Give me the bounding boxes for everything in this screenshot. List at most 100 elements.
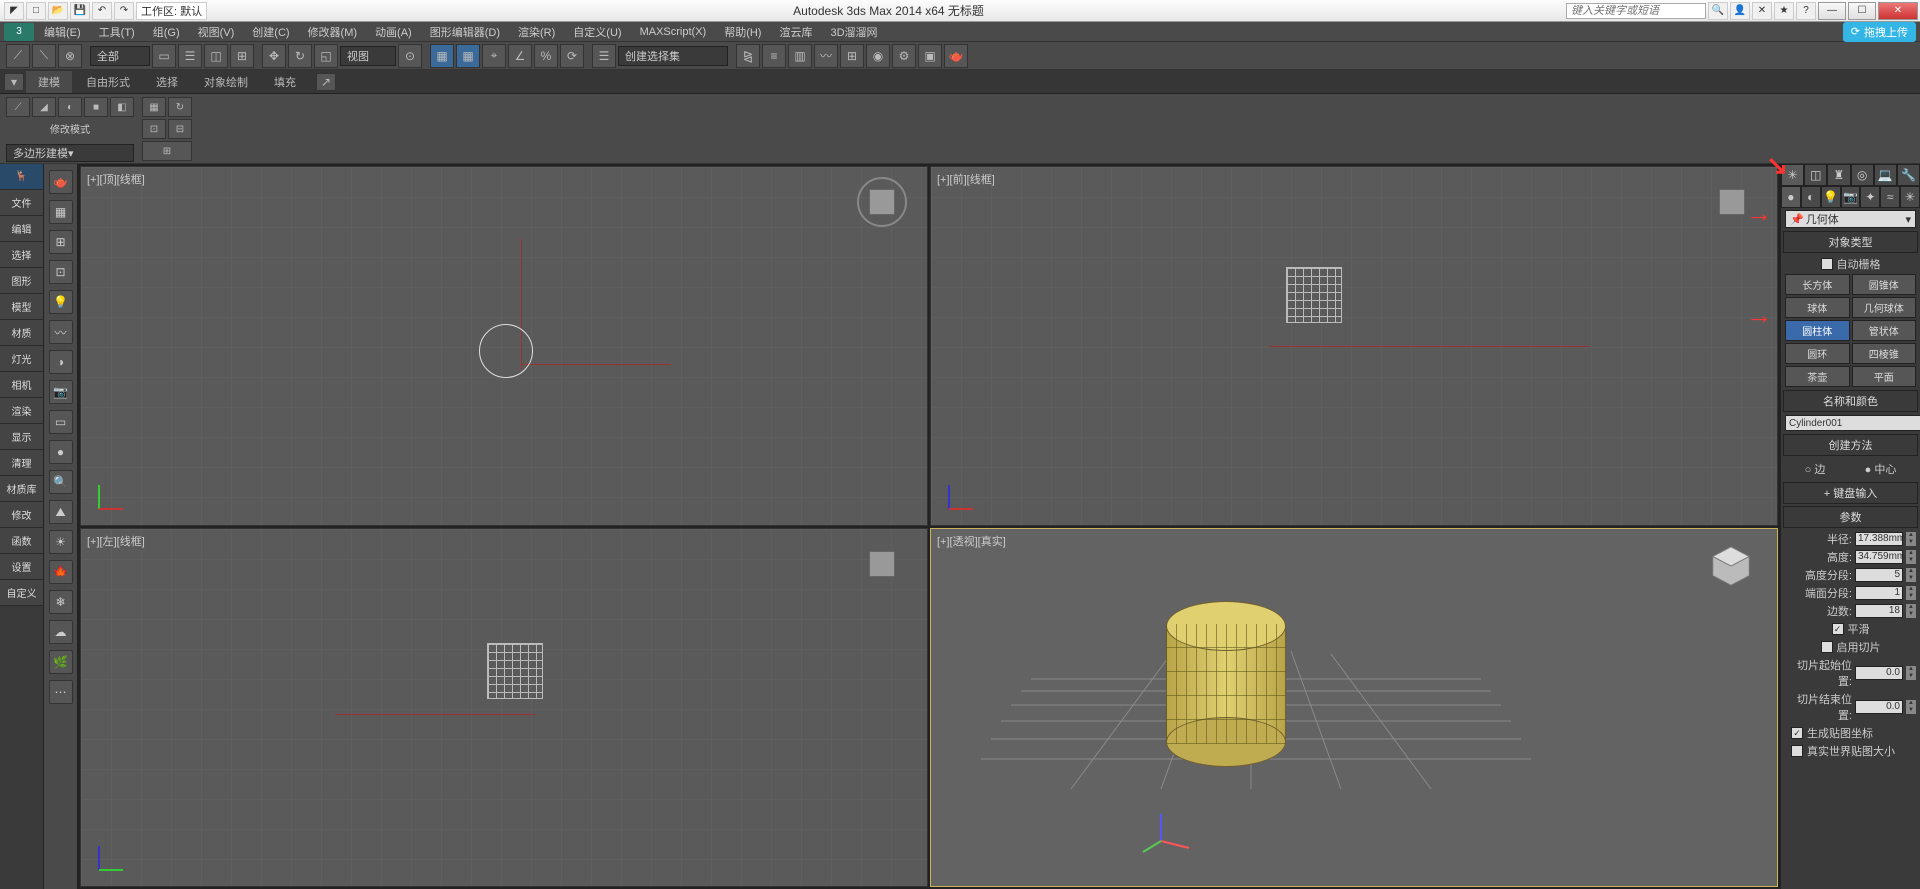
viewport-top[interactable]: [+][顶][线框] [80, 166, 928, 526]
helpers-subtab-icon[interactable]: ✦ [1860, 186, 1880, 208]
hierarchy-tab-icon[interactable]: ♜ [1827, 164, 1850, 186]
leftbar-light[interactable]: 灯光 [0, 346, 43, 372]
menu-edit[interactable]: 编辑(E) [36, 22, 89, 42]
leftbar-logo-icon[interactable]: 🦌 [0, 164, 43, 190]
render-icon[interactable]: 🫖 [944, 44, 968, 68]
box-icon[interactable]: ⊡ [49, 260, 73, 284]
named-sel-icon[interactable]: ☰ [592, 44, 616, 68]
category-dropdown[interactable]: 📌几何体▾ [1785, 210, 1916, 228]
search-icon[interactable]: 🔍 [1708, 2, 1728, 20]
redo-icon[interactable]: ↷ [114, 2, 134, 20]
help-icon[interactable]: ? [1796, 2, 1816, 20]
unlink-icon[interactable]: ⟍ [32, 44, 56, 68]
open-icon[interactable]: 📂 [48, 2, 68, 20]
leftbar-edit[interactable]: 编辑 [0, 216, 43, 242]
btn-torus[interactable]: 圆环 [1785, 343, 1850, 364]
menu-create[interactable]: 创建(C) [244, 22, 297, 42]
help-search-input[interactable] [1566, 3, 1706, 19]
link-icon[interactable]: ⟋ [6, 44, 30, 68]
window-crossing-icon[interactable]: ⊞ [230, 44, 254, 68]
leftbar-file[interactable]: 文件 [0, 190, 43, 216]
rollout-params[interactable]: 参数 [1783, 506, 1918, 528]
leftbar-settings[interactable]: 设置 [0, 554, 43, 580]
spinner-snap-icon[interactable]: ⟳ [560, 44, 584, 68]
spinner-arrows-icon[interactable]: ▲▼ [1906, 550, 1916, 564]
rock-icon[interactable]: ⛰ [49, 500, 73, 524]
menu-group[interactable]: 组(G) [145, 22, 188, 42]
drag-upload-button[interactable]: ⟳拖拽上传 [1843, 22, 1916, 42]
bind-icon[interactable]: ⊗ [58, 44, 82, 68]
btn-sphere[interactable]: 球体 [1785, 297, 1850, 318]
sphere-icon[interactable]: ● [49, 440, 73, 464]
viewcube-front[interactable] [1707, 177, 1757, 227]
select-name-icon[interactable]: ☰ [178, 44, 202, 68]
maximize-button[interactable]: ☐ [1848, 2, 1876, 20]
menu-rendering[interactable]: 渲染(R) [510, 22, 563, 42]
spinner-arrows-icon[interactable]: ▲▼ [1906, 700, 1916, 714]
menu-maxscript[interactable]: MAXScript(X) [632, 24, 715, 40]
leftbar-render[interactable]: 渲染 [0, 398, 43, 424]
constrain1-icon[interactable]: ⊡ [142, 119, 166, 139]
ribbon-tab-freeform[interactable]: 自由形式 [74, 71, 142, 93]
menu-cloud[interactable]: 渲云库 [771, 22, 820, 42]
signin-icon[interactable]: 👤 [1730, 2, 1750, 20]
spline-icon[interactable]: 〰 [49, 320, 73, 344]
cam2-icon[interactable]: ▭ [49, 410, 73, 434]
leftbar-camera[interactable]: 相机 [0, 372, 43, 398]
snow-icon[interactable]: ❄ [49, 590, 73, 614]
autogrid-checkbox[interactable] [1821, 258, 1833, 270]
curve-editor-icon[interactable]: 〰 [814, 44, 838, 68]
viewcube-top[interactable] [857, 177, 907, 227]
new-icon[interactable]: □ [26, 2, 46, 20]
select-icon[interactable]: ▭ [152, 44, 176, 68]
spinner-arrows-icon[interactable]: ▲▼ [1906, 586, 1916, 600]
object-name-input[interactable] [1785, 415, 1920, 431]
move-icon[interactable]: ✥ [262, 44, 286, 68]
quickslice-icon[interactable]: ⊞ [142, 141, 192, 161]
leaf-icon[interactable]: 🍁 [49, 560, 73, 584]
undo-icon[interactable]: ↶ [92, 2, 112, 20]
grid-icon[interactable]: ⊞ [49, 230, 73, 254]
btn-geosphere[interactable]: 几何球体 [1852, 297, 1917, 318]
viewport-perspective[interactable]: [+][透视][真实] [930, 528, 1778, 888]
select-region-icon[interactable]: ◫ [204, 44, 228, 68]
refcoord-dropdown[interactable]: 视图 [340, 46, 396, 66]
viewport-front[interactable]: [+][前][线框] [930, 166, 1778, 526]
slice-to-spinner[interactable]: 0.0 [1855, 700, 1903, 714]
teapot-icon[interactable]: 🫖 [49, 170, 73, 194]
hseg-spinner[interactable]: 5 [1855, 568, 1903, 582]
rollout-object-type[interactable]: 对象类型 [1783, 231, 1918, 253]
sun-icon[interactable]: ☀ [49, 530, 73, 554]
cseg-spinner[interactable]: 1 [1855, 586, 1903, 600]
menu-grapheditors[interactable]: 图形编辑器(D) [422, 22, 508, 42]
leftbar-shape[interactable]: 图形 [0, 268, 43, 294]
align-icon[interactable]: ≡ [762, 44, 786, 68]
geometry-subtab-icon[interactable]: ● [1781, 186, 1801, 208]
rollout-name-color[interactable]: 名称和颜色 [1783, 390, 1918, 412]
sides-spinner[interactable]: 18 [1855, 604, 1903, 618]
radio-center[interactable]: ● 中心 [1865, 461, 1897, 477]
leftbar-select[interactable]: 选择 [0, 242, 43, 268]
sub-poly-icon[interactable]: ■ [84, 97, 108, 117]
spinner-arrows-icon[interactable]: ▲▼ [1906, 532, 1916, 546]
repeat-icon[interactable]: ↻ [168, 97, 192, 117]
space-subtab-icon[interactable]: ≈ [1880, 186, 1900, 208]
app-logo-icon[interactable]: 3 [4, 23, 34, 41]
pivot-icon[interactable]: ⊙ [398, 44, 422, 68]
radius-spinner[interactable]: 17.388mm [1855, 532, 1903, 546]
close-button[interactable]: ✕ [1878, 2, 1918, 20]
btn-cone[interactable]: 圆锥体 [1852, 274, 1917, 295]
rollout-create-method[interactable]: 创建方法 [1783, 434, 1918, 456]
sub-element-icon[interactable]: ◧ [110, 97, 134, 117]
layers-icon[interactable]: ▥ [788, 44, 812, 68]
schematic-icon[interactable]: ⊞ [840, 44, 864, 68]
slice-from-spinner[interactable]: 0.0 [1855, 666, 1903, 680]
btn-box[interactable]: 长方体 [1785, 274, 1850, 295]
utilities-tab-icon[interactable]: 🔧 [1897, 164, 1920, 186]
slice-checkbox[interactable] [1821, 641, 1833, 653]
exchange-icon[interactable]: ✕ [1752, 2, 1772, 20]
btn-plane[interactable]: 平面 [1852, 366, 1917, 387]
display-tab-icon[interactable]: 💻 [1874, 164, 1897, 186]
angle-snap-icon[interactable]: ∠ [508, 44, 532, 68]
material-editor-icon[interactable]: ◉ [866, 44, 890, 68]
